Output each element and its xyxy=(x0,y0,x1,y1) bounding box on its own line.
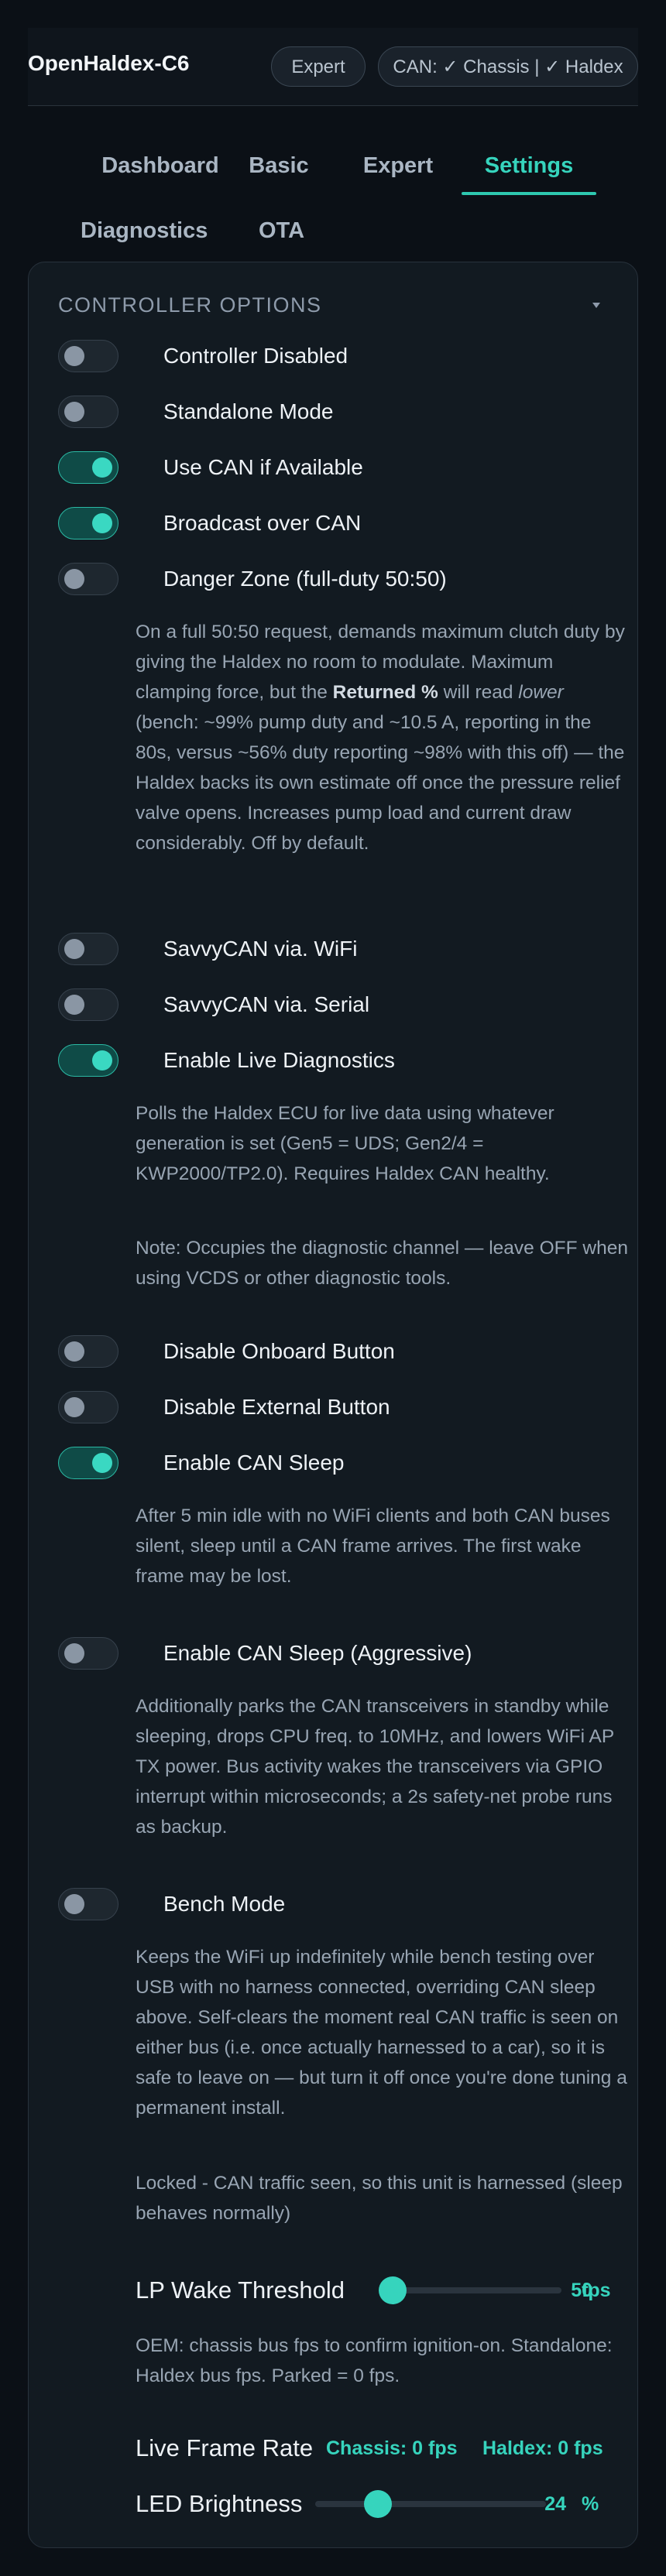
led-brightness-slider-track[interactable] xyxy=(315,2501,546,2507)
can-sleep-switch[interactable] xyxy=(58,1447,118,1479)
tab-basic[interactable]: Basic xyxy=(246,150,311,181)
disable-onboard-button-switch[interactable] xyxy=(58,1335,118,1368)
collapse-caret-icon[interactable] xyxy=(592,303,600,308)
switch-knob xyxy=(92,1050,112,1070)
mode-badge[interactable]: Expert xyxy=(271,46,366,87)
tab-diagnostics[interactable]: Diagnostics xyxy=(81,215,208,246)
toggle-label: Enable CAN Sleep (Aggressive) xyxy=(163,1641,472,1665)
toggle-label: Broadcast over CAN xyxy=(163,511,362,535)
live-diagnostics-description: Polls the Haldex ECU for live data using… xyxy=(136,1103,554,1184)
savvycan-serial-switch[interactable] xyxy=(58,988,118,1021)
toggle-label: Danger Zone (full-duty 50:50) xyxy=(163,567,447,591)
switch-knob xyxy=(64,939,84,959)
desc-text: (bench: ~99% pump duty and ~10.5 A, repo… xyxy=(136,712,625,854)
lp-wake-description: OEM: chassis bus fps to confirm ignition… xyxy=(136,2335,613,2386)
bench-mode-description: Keeps the WiFi up indefinitely while ben… xyxy=(136,1947,627,2119)
tab-ota[interactable]: OTA xyxy=(259,215,304,246)
desc-bold: Returned % xyxy=(332,682,438,703)
active-tab-indicator xyxy=(462,192,596,195)
toggle-label: Enable Live Diagnostics xyxy=(163,1048,395,1072)
switch-knob xyxy=(64,1894,84,1914)
controller-options-panel: CONTROLLER OPTIONS Controller Disabled S… xyxy=(28,262,638,2548)
switch-knob xyxy=(64,995,84,1015)
switch-knob xyxy=(64,1643,84,1663)
bench-mode-status: Locked - CAN traffic seen, so this unit … xyxy=(136,2173,623,2224)
desc-italic: lower xyxy=(518,682,564,703)
header-bar: OpenHaldex-C6 Expert CAN: ✓ Chassis | ✓ … xyxy=(28,28,638,106)
toggle-label: Standalone Mode xyxy=(163,399,334,423)
live-diagnostics-switch[interactable] xyxy=(58,1044,118,1077)
can-status-badge: CAN: ✓ Chassis | ✓ Haldex xyxy=(378,46,638,87)
danger-zone-switch[interactable] xyxy=(58,563,118,595)
switch-knob xyxy=(92,457,112,478)
live-frame-rate-label: Live Frame Rate xyxy=(136,2434,314,2461)
led-brightness-slider-thumb[interactable] xyxy=(363,2490,392,2518)
desc-text: will read xyxy=(438,682,519,703)
disable-external-button-switch[interactable] xyxy=(58,1391,118,1423)
switch-knob xyxy=(92,1453,112,1473)
can-sleep-description: After 5 min idle with no WiFi clients an… xyxy=(136,1506,610,1587)
lp-wake-label: LP Wake Threshold xyxy=(136,2276,345,2304)
toggle-label: Enable CAN Sleep xyxy=(163,1451,345,1475)
toggle-label: Bench Mode xyxy=(163,1892,286,1916)
lp-wake-unit: fps xyxy=(582,2280,611,2301)
bench-mode-switch[interactable] xyxy=(58,1888,118,1920)
switch-knob xyxy=(64,1397,84,1417)
live-diagnostics-note: Note: Occupies the diagnostic channel — … xyxy=(136,1238,628,1289)
tab-dashboard[interactable]: Dashboard xyxy=(81,150,240,181)
tab-settings[interactable]: Settings xyxy=(474,150,584,181)
toggle-label: SavvyCAN via. Serial xyxy=(163,992,370,1016)
lp-wake-slider-thumb[interactable] xyxy=(379,2276,407,2304)
chassis-frame-rate: Chassis: 0 fps xyxy=(326,2437,458,2459)
panel-title: CONTROLLER OPTIONS xyxy=(58,293,322,317)
danger-zone-description: On a full 50:50 request, demands maximum… xyxy=(136,617,631,858)
savvycan-wifi-switch[interactable] xyxy=(58,933,118,965)
led-brightness-value: 24 xyxy=(544,2493,566,2515)
led-brightness-label: LED Brightness xyxy=(136,2490,303,2517)
app-title: OpenHaldex-C6 xyxy=(28,51,190,75)
settings-page: OpenHaldex-C6 Expert CAN: ✓ Chassis | ✓ … xyxy=(0,0,666,2576)
tab-expert[interactable]: Expert xyxy=(362,150,434,181)
toggle-label: Controller Disabled xyxy=(163,344,348,368)
haldex-frame-rate: Haldex: 0 fps xyxy=(482,2437,603,2459)
controller-disabled-switch[interactable] xyxy=(58,340,118,372)
use-can-switch[interactable] xyxy=(58,451,118,484)
standalone-mode-switch[interactable] xyxy=(58,396,118,428)
switch-knob xyxy=(64,346,84,366)
switch-knob xyxy=(64,402,84,422)
led-brightness-unit: % xyxy=(582,2493,599,2515)
toggle-label: Disable External Button xyxy=(163,1395,390,1419)
toggle-label: Use CAN if Available xyxy=(163,455,363,479)
can-sleep-aggressive-description: Additionally parks the CAN transceivers … xyxy=(136,1696,614,1838)
can-sleep-aggressive-switch[interactable] xyxy=(58,1637,118,1670)
switch-knob xyxy=(92,513,112,533)
switch-knob xyxy=(64,569,84,589)
switch-knob xyxy=(64,1341,84,1362)
broadcast-can-switch[interactable] xyxy=(58,507,118,540)
toggle-label: Disable Onboard Button xyxy=(163,1339,395,1363)
toggle-label: SavvyCAN via. WiFi xyxy=(163,937,358,961)
